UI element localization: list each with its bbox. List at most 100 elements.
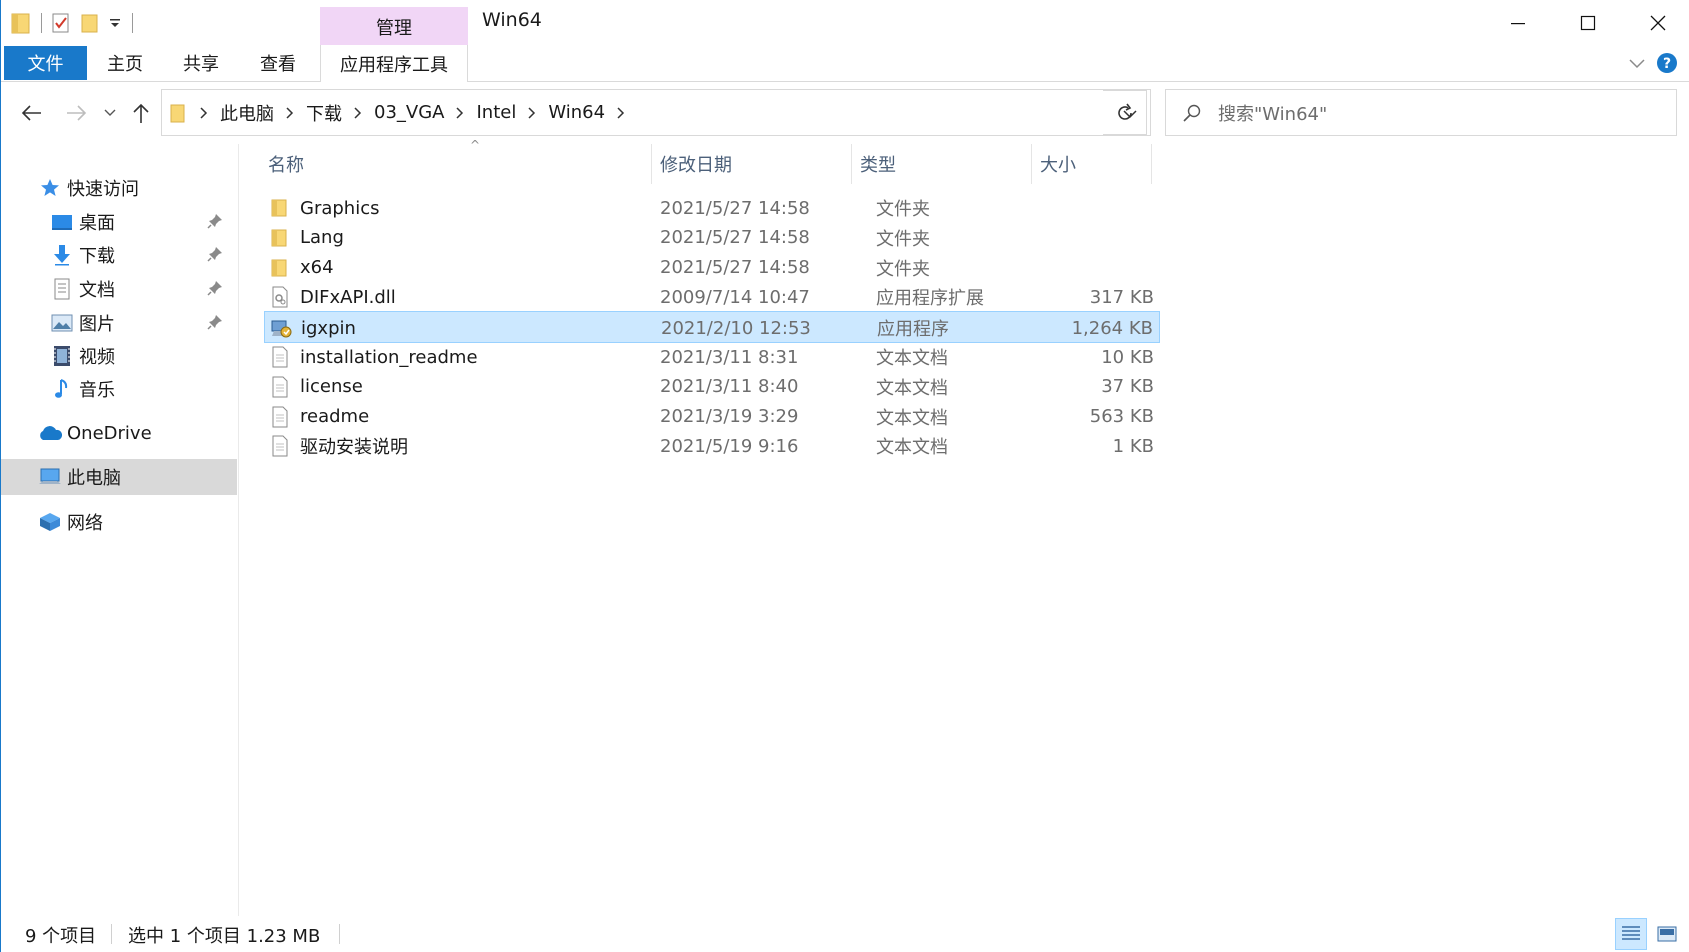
large-icons-view-button[interactable]: [1651, 918, 1683, 950]
nav-item-music[interactable]: 音乐: [1, 371, 237, 407]
table-row[interactable]: installation_readme 2021/3/11 8:31 文本文档 10 …: [264, 341, 1160, 373]
file-name-cell[interactable]: license: [268, 371, 363, 403]
forward-button[interactable]: [61, 98, 91, 128]
breadcrumb-chevron-icon[interactable]: [280, 106, 300, 119]
folder-icon: [268, 226, 292, 250]
file-name-cell[interactable]: installation_readme: [268, 341, 478, 373]
breadcrumb-chevron-icon[interactable]: [194, 106, 214, 119]
new-folder-icon[interactable]: [80, 10, 100, 36]
file-size: 1,264 KB: [1071, 317, 1153, 339]
nav-network[interactable]: 网络: [1, 504, 237, 540]
table-row[interactable]: readme 2021/3/19 3:29 文本文档 563 KB: [264, 401, 1160, 433]
download-icon: [49, 242, 75, 268]
qat-divider: [41, 13, 42, 33]
pin-icon[interactable]: [207, 246, 225, 264]
contextual-tab-manage[interactable]: 管理: [320, 7, 468, 47]
table-row[interactable]: 驱动安装说明 2021/5/19 9:16 文本文档 1 KB: [264, 430, 1160, 462]
qat-divider: [132, 13, 133, 33]
breadcrumb-chevron-icon[interactable]: [450, 106, 470, 119]
nav-item-downloads[interactable]: 下载: [1, 237, 237, 273]
search-input[interactable]: 搜索"Win64": [1165, 89, 1677, 136]
breadcrumb-win64[interactable]: Win64: [542, 102, 611, 123]
pin-icon[interactable]: [207, 314, 225, 332]
file-size: 1 KB: [1112, 435, 1154, 457]
nav-onedrive[interactable]: OneDrive: [1, 415, 237, 451]
details-view-button[interactable]: [1615, 918, 1647, 950]
file-date: 2009/7/14 10:47: [660, 286, 810, 308]
folder-icon: [268, 196, 292, 220]
file-type: 文本文档: [876, 377, 948, 399]
tab-file[interactable]: 文件: [4, 46, 87, 80]
table-row[interactable]: license 2021/3/11 8:40 文本文档 37 KB: [264, 371, 1160, 403]
nav-this-pc[interactable]: 此电脑: [1, 459, 237, 495]
ribbon-tab-bar: 文件 主页 共享 查看 应用程序工具 ?: [1, 45, 1689, 82]
file-name-cell[interactable]: Graphics: [268, 192, 380, 224]
file-name-cell[interactable]: igxpin: [269, 312, 356, 344]
breadcrumb: 此电脑 下载 03_VGA Intel Win64: [194, 100, 631, 126]
nav-item-pictures[interactable]: 图片: [1, 305, 237, 341]
recent-locations-chevron-icon[interactable]: [101, 98, 119, 128]
breadcrumb-this-pc[interactable]: 此电脑: [214, 100, 280, 126]
table-row[interactable]: Graphics 2021/5/27 14:58 文件夹: [264, 192, 1160, 224]
file-name-cell[interactable]: 驱动安装说明: [268, 430, 408, 462]
file-type: 文件夹: [876, 199, 930, 220]
back-button[interactable]: [17, 98, 47, 128]
folder-location-icon: [170, 103, 186, 123]
navigation-bar: 此电脑 下载 03_VGA Intel Win64 搜索"Win64": [1, 82, 1689, 144]
nav-item-desktop[interactable]: 桌面: [1, 204, 237, 240]
breadcrumb-03-vga[interactable]: 03_VGA: [368, 102, 450, 123]
table-row[interactable]: x64 2021/5/27 14:58 文件夹: [264, 252, 1160, 284]
file-name: 驱动安装说明: [300, 437, 408, 459]
breadcrumb-downloads[interactable]: 下载: [300, 100, 348, 126]
file-name-cell[interactable]: Lang: [268, 222, 344, 254]
close-button[interactable]: [1623, 0, 1689, 46]
column-header-size[interactable]: 大小: [1032, 144, 1152, 184]
nav-quick-access[interactable]: 快速访问: [1, 170, 237, 206]
pin-icon[interactable]: [207, 280, 225, 298]
nav-item-documents[interactable]: 文档: [1, 271, 237, 307]
text-file-icon: [268, 375, 292, 399]
up-button[interactable]: [127, 98, 155, 128]
breadcrumb-chevron-icon[interactable]: [611, 106, 631, 119]
properties-icon[interactable]: [50, 10, 72, 36]
file-size: 317 KB: [1089, 286, 1154, 308]
pin-icon[interactable]: [207, 213, 225, 231]
column-header-name[interactable]: 名称: [260, 144, 652, 184]
file-name-cell[interactable]: x64: [268, 252, 334, 284]
navigation-pane: 快速访问 桌面 下载 文档 图片 视频 音乐 OneDrive 此电脑 网络: [1, 144, 239, 916]
tab-home[interactable]: 主页: [95, 46, 155, 80]
help-icon[interactable]: ?: [1652, 50, 1682, 76]
desktop-icon: [49, 209, 75, 235]
column-header-type[interactable]: 类型: [852, 144, 1032, 184]
tab-application-tools[interactable]: 应用程序工具: [320, 45, 468, 82]
window-title: Win64: [482, 9, 542, 31]
table-row[interactable]: Lang 2021/5/27 14:58 文件夹: [264, 222, 1160, 254]
file-name: Lang: [300, 227, 344, 249]
minimize-button[interactable]: [1483, 0, 1553, 46]
nav-item-videos[interactable]: 视频: [1, 338, 237, 374]
nav-network-label: 网络: [67, 513, 103, 534]
status-item-count: 9 个项目: [25, 926, 97, 947]
file-name-cell[interactable]: readme: [268, 401, 369, 433]
file-name-cell[interactable]: DIFxAPI.dll: [268, 281, 396, 313]
customize-qat-dropdown-icon[interactable]: [108, 10, 122, 36]
address-bar[interactable]: 此电脑 下载 03_VGA Intel Win64: [161, 89, 1151, 136]
table-row[interactable]: DIFxAPI.dll 2009/7/14 10:47 应用程序扩展 317 KB: [264, 281, 1160, 313]
tab-share[interactable]: 共享: [171, 46, 231, 80]
refresh-button[interactable]: [1103, 90, 1147, 135]
file-name: readme: [300, 406, 370, 428]
file-date: 2021/5/27 14:58: [660, 197, 810, 219]
breadcrumb-intel[interactable]: Intel: [470, 102, 522, 123]
folder-app-icon: [11, 10, 31, 36]
star-icon: [37, 175, 63, 201]
tab-view[interactable]: 查看: [248, 46, 308, 80]
nav-item-label: 图片: [79, 314, 115, 335]
file-name: installation_readme: [300, 346, 478, 368]
file-type: 文本文档: [876, 348, 948, 369]
maximize-button[interactable]: [1553, 0, 1623, 46]
table-row[interactable]: igxpin 2021/2/10 12:53 应用程序 1,264 KB: [264, 311, 1160, 344]
column-header-date[interactable]: 修改日期: [652, 144, 852, 184]
breadcrumb-chevron-icon[interactable]: [348, 106, 368, 119]
expand-ribbon-chevron-icon[interactable]: [1622, 50, 1652, 76]
breadcrumb-chevron-icon[interactable]: [522, 106, 542, 119]
